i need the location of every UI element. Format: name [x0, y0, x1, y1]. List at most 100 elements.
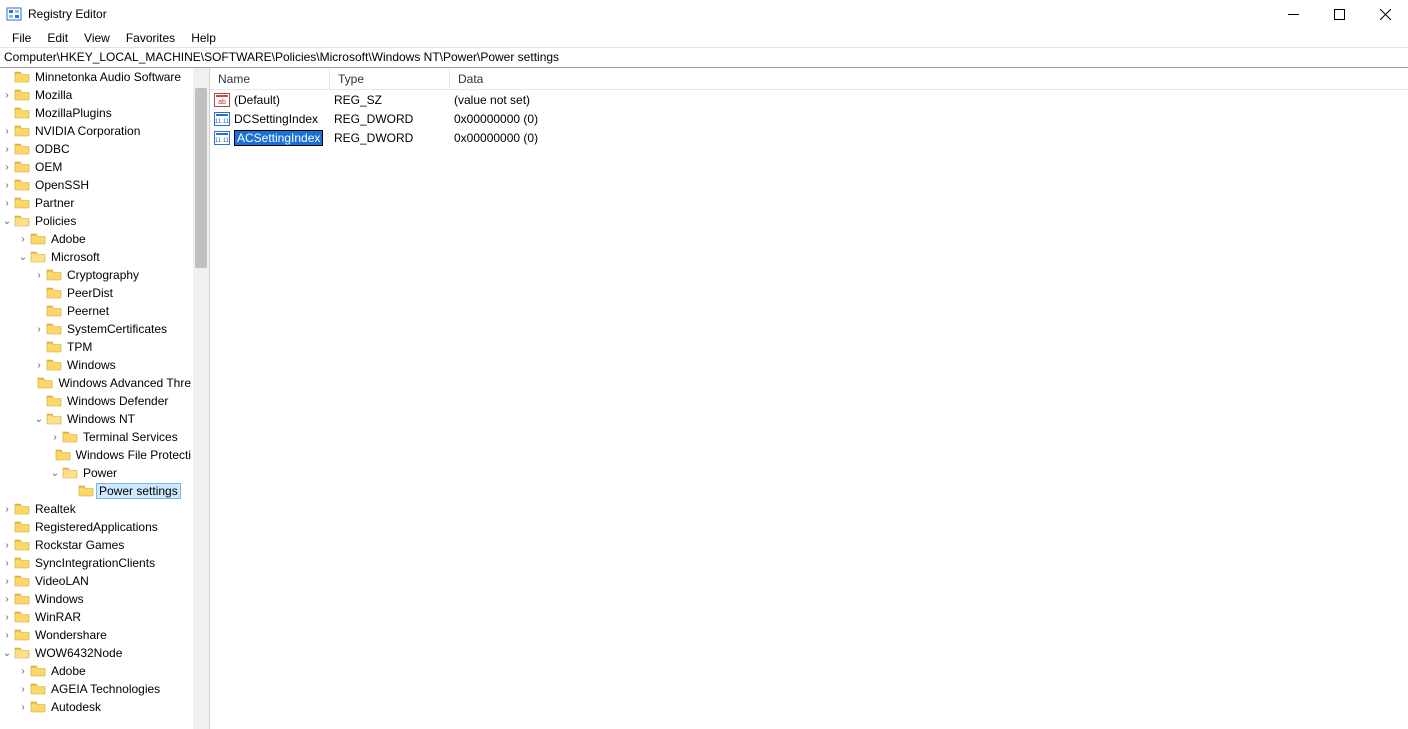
chevron-down-icon[interactable]: ⌄ [32, 412, 46, 426]
folder-icon [14, 106, 30, 120]
tree-item[interactable]: ›Peernet [0, 302, 193, 320]
chevron-right-icon[interactable]: › [0, 88, 14, 102]
chevron-right-icon[interactable]: › [0, 502, 14, 516]
tree-item[interactable]: ⌄Windows NT [0, 410, 193, 428]
chevron-right-icon[interactable]: › [0, 160, 14, 174]
regedit-app-icon [6, 6, 22, 22]
tree-item[interactable]: ›VideoLAN [0, 572, 193, 590]
tree-item[interactable]: ›WinRAR [0, 608, 193, 626]
column-header-data[interactable]: Data [450, 68, 730, 89]
value-row[interactable]: 011 110DCSettingIndexREG_DWORD0x00000000… [210, 109, 1408, 128]
string-value-icon: ab [214, 92, 230, 108]
chevron-down-icon[interactable]: ⌄ [16, 250, 30, 264]
menu-edit[interactable]: Edit [39, 29, 76, 47]
chevron-right-icon[interactable]: › [0, 196, 14, 210]
folder-icon [46, 286, 62, 300]
menu-view[interactable]: View [76, 29, 118, 47]
tree-item[interactable]: ›Windows [0, 590, 193, 608]
window-controls [1270, 0, 1408, 28]
chevron-right-icon[interactable]: › [0, 124, 14, 138]
chevron-right-icon[interactable]: › [0, 142, 14, 156]
tree-item[interactable]: › Adobe [0, 662, 193, 680]
tree-item[interactable]: ⌄ Policies [0, 212, 193, 230]
tree-item[interactable]: ⌄ Microsoft [0, 248, 193, 266]
tree-item[interactable]: ›Windows File Protecti [0, 446, 193, 464]
tree-item[interactable]: ›RegisteredApplications [0, 518, 193, 536]
folder-icon [46, 394, 62, 408]
tree-item[interactable]: ›AGEIA Technologies [0, 680, 193, 698]
tree-item-label: Realtek [33, 502, 78, 516]
tree-item[interactable]: ›MozillaPlugins [0, 104, 193, 122]
tree-item-label: Adobe [49, 664, 88, 678]
tree-item-label: Adobe [49, 232, 88, 246]
tree-item[interactable]: ›Rockstar Games [0, 536, 193, 554]
value-row[interactable]: 011 110ACSettingIndexREG_DWORD0x00000000… [210, 128, 1408, 147]
chevron-down-icon[interactable]: ⌄ [0, 214, 14, 228]
chevron-right-icon[interactable]: › [16, 682, 30, 696]
list-body[interactable]: ab(Default)REG_SZ(value not set)011 110D… [210, 90, 1408, 729]
tree-item[interactable]: ›Wondershare [0, 626, 193, 644]
chevron-right-icon[interactable]: › [32, 268, 46, 282]
tree-item[interactable]: ›Autodesk [0, 698, 193, 716]
menu-favorites[interactable]: Favorites [118, 29, 183, 47]
tree-item-label: Policies [33, 214, 78, 228]
tree-item[interactable]: ⌄WOW6432Node [0, 644, 193, 662]
folder-icon [46, 322, 62, 336]
chevron-right-icon[interactable]: › [0, 592, 14, 606]
tree-item[interactable]: ›PeerDist [0, 284, 193, 302]
tree-item[interactable]: ›Power settings [0, 482, 193, 500]
chevron-right-icon[interactable]: › [48, 430, 62, 444]
folder-icon [46, 304, 62, 318]
tree-item[interactable]: ›SyncIntegrationClients [0, 554, 193, 572]
folder-icon [62, 430, 78, 444]
tree-scrollbar[interactable] [193, 68, 209, 729]
menu-file[interactable]: File [4, 29, 39, 47]
minimize-button[interactable] [1270, 0, 1316, 28]
tree-item[interactable]: ›Partner [0, 194, 193, 212]
menu-help[interactable]: Help [183, 29, 224, 47]
list-pane[interactable]: Name Type Data ab(Default)REG_SZ(value n… [210, 68, 1408, 729]
tree-item[interactable]: ›TPM [0, 338, 193, 356]
value-name: (Default) [234, 93, 280, 107]
chevron-right-icon[interactable]: › [32, 322, 46, 336]
tree-item[interactable]: ›Windows Advanced Thre [0, 374, 193, 392]
tree-item[interactable]: ⌄Power [0, 464, 193, 482]
chevron-right-icon[interactable]: › [0, 538, 14, 552]
value-name[interactable]: ACSettingIndex [234, 130, 323, 146]
tree-item[interactable]: ›Minnetonka Audio Software [0, 68, 193, 86]
tree-pane[interactable]: ›Minnetonka Audio Software›Mozilla›Mozil… [0, 68, 210, 729]
tree-item[interactable]: ›Windows Defender [0, 392, 193, 410]
folder-icon [46, 268, 62, 282]
tree-item[interactable]: › Realtek [0, 500, 193, 518]
chevron-down-icon[interactable]: ⌄ [48, 466, 62, 480]
tree-item[interactable]: ›ODBC [0, 140, 193, 158]
chevron-right-icon[interactable]: › [0, 178, 14, 192]
tree-item[interactable]: ›SystemCertificates [0, 320, 193, 338]
tree-item[interactable]: ›OEM [0, 158, 193, 176]
chevron-right-icon[interactable]: › [32, 358, 46, 372]
tree-item[interactable]: ›Terminal Services [0, 428, 193, 446]
chevron-right-icon[interactable]: › [16, 700, 30, 714]
chevron-right-icon[interactable]: › [0, 574, 14, 588]
tree-item[interactable]: ›Mozilla [0, 86, 193, 104]
chevron-down-icon[interactable]: ⌄ [0, 646, 14, 660]
column-header-type[interactable]: Type [330, 68, 450, 89]
tree-item[interactable]: ›Windows [0, 356, 193, 374]
column-header-name[interactable]: Name [210, 68, 330, 89]
tree-item-label: Microsoft [49, 250, 102, 264]
address-bar[interactable]: Computer\HKEY_LOCAL_MACHINE\SOFTWARE\Pol… [0, 48, 1408, 68]
close-button[interactable] [1362, 0, 1408, 28]
tree-item[interactable]: ›NVIDIA Corporation [0, 122, 193, 140]
chevron-right-icon[interactable]: › [0, 610, 14, 624]
tree-item-label: TPM [65, 340, 94, 354]
chevron-right-icon[interactable]: › [16, 232, 30, 246]
tree-item[interactable]: › Adobe [0, 230, 193, 248]
value-row[interactable]: ab(Default)REG_SZ(value not set) [210, 90, 1408, 109]
tree-scrollbar-thumb[interactable] [195, 88, 207, 268]
chevron-right-icon[interactable]: › [16, 664, 30, 678]
maximize-button[interactable] [1316, 0, 1362, 28]
tree-item[interactable]: ›Cryptography [0, 266, 193, 284]
tree-item[interactable]: ›OpenSSH [0, 176, 193, 194]
chevron-right-icon[interactable]: › [0, 556, 14, 570]
chevron-right-icon[interactable]: › [0, 628, 14, 642]
